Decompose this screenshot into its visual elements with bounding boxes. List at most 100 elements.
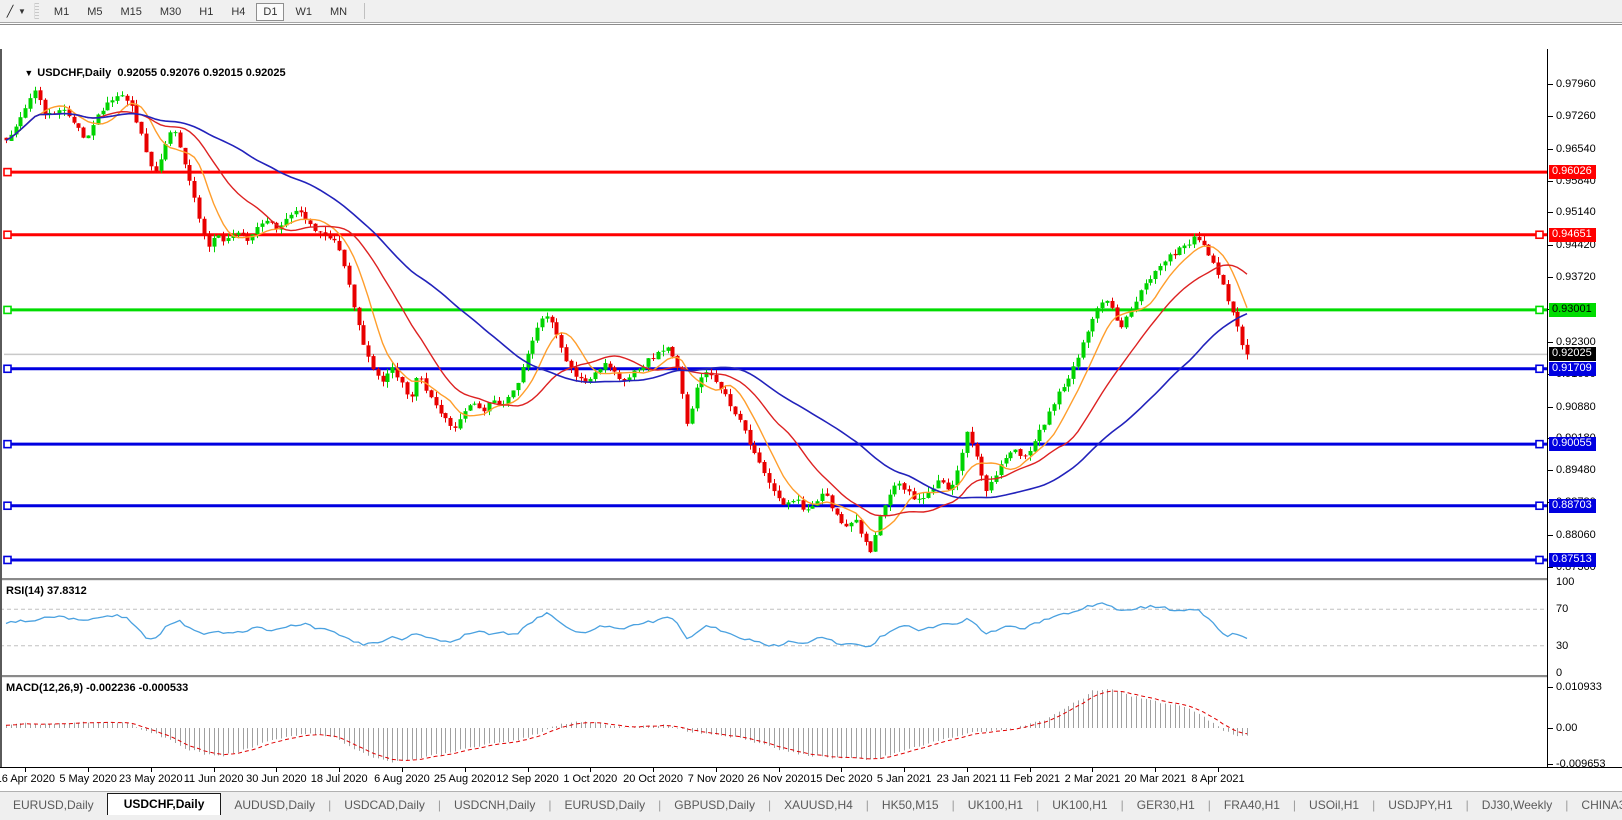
price-tick [1548, 342, 1553, 343]
date-label: 8 Apr 2021 [1191, 773, 1244, 785]
chart-tab-china300-h1[interactable]: CHINA300,H1 [1568, 795, 1622, 816]
macd-tick [1548, 764, 1553, 765]
date-tick [779, 768, 780, 772]
price-tick-label: 0.89480 [1556, 464, 1596, 476]
fast-ma [6, 103, 1247, 532]
timeframe-button-m30[interactable]: M30 [153, 3, 188, 21]
hline-0.96026[interactable] [4, 169, 1547, 176]
date-tick [653, 768, 654, 772]
date-label: 18 Jul 2020 [311, 773, 368, 785]
collapse-icon[interactable]: ▼ [24, 68, 33, 78]
date-tick [1092, 768, 1093, 772]
timeframe-button-m15[interactable]: M15 [113, 3, 148, 21]
date-tick [276, 768, 277, 772]
hline-0.91709[interactable] [4, 365, 1547, 372]
rsi-tick-label: 30 [1556, 640, 1568, 652]
chart-tab-audusd-daily[interactable]: AUDUSD,Daily [221, 795, 328, 816]
hline-0.90055[interactable] [4, 441, 1547, 448]
chart-tab-usdcad-daily[interactable]: USDCAD,Daily [331, 795, 438, 816]
macd-pane: MACD(12,26,9) -0.002236 -0.000533 [0, 678, 1548, 767]
chart-tab-usdjpy-h1[interactable]: USDJPY,H1 [1375, 795, 1465, 816]
chart-tab-usdcnh-daily[interactable]: USDCNH,Daily [441, 795, 548, 816]
timeframe-button-h4[interactable]: H4 [224, 3, 252, 21]
price-tick [1548, 84, 1553, 85]
macd-tick [1548, 728, 1553, 729]
chart-tab-xauusd-h4[interactable]: XAUUSD,H4 [771, 795, 866, 816]
date-tick [151, 768, 152, 772]
date-label: 20 Mar 2021 [1124, 773, 1186, 785]
timeframe-button-m1[interactable]: M1 [47, 3, 76, 21]
chart-tab-uk100-h1[interactable]: UK100,H1 [955, 795, 1036, 816]
chart-title: ▼ USDCHF,Daily 0.92055 0.92076 0.92015 0.… [6, 55, 286, 91]
chart-tab-usdchf-daily[interactable]: USDCHF,Daily [107, 793, 222, 816]
candles [5, 87, 1250, 553]
price-tick [1548, 245, 1553, 246]
rsi-plot [0, 581, 1548, 675]
chart-tab-hk50-m15[interactable]: HK50,M15 [869, 795, 952, 816]
date-label: 26 Nov 2020 [747, 773, 809, 785]
drawing-tool-icon[interactable]: ╱ [3, 5, 17, 18]
rsi-tick-label: 100 [1556, 576, 1574, 588]
toolbar-grip[interactable] [34, 3, 39, 19]
price-pane: ▼ USDCHF,Daily 0.92055 0.92076 0.92015 0.… [0, 52, 1548, 578]
price-tick-label: 0.97260 [1556, 110, 1596, 122]
macd-label: MACD(12,26,9) -0.002236 -0.000533 [6, 682, 188, 694]
price-tick [1548, 277, 1553, 278]
hline-0.87513[interactable] [4, 556, 1547, 563]
hline-0.88703[interactable] [4, 502, 1547, 509]
macd-plot [0, 678, 1548, 767]
price-tick-label: 0.90880 [1556, 401, 1596, 413]
current-price-label: 0.92025 [1549, 347, 1596, 361]
date-tick [1218, 768, 1219, 772]
date-tick [339, 768, 340, 772]
chart-tab-usoil-h1[interactable]: USOil,H1 [1296, 795, 1372, 816]
timeframe-buttons: M1M5M15 M30H1H4D1W1MN [45, 2, 356, 20]
price-tick-label: 0.93720 [1556, 271, 1596, 283]
macd-tick [1548, 687, 1553, 688]
chart-tab-fra40-h1[interactable]: FRA40,H1 [1211, 795, 1293, 816]
price-tick [1548, 470, 1553, 471]
date-tick [904, 768, 905, 772]
chart-title-text: USDCHF,Daily 0.92055 0.92076 0.92015 0.9… [37, 67, 285, 79]
chart-tab-ger30-h1[interactable]: GER30,H1 [1124, 795, 1208, 816]
price-tick-label: 0.95140 [1556, 206, 1596, 218]
chart-tab-dj30-weekly[interactable]: DJ30,Weekly [1469, 795, 1565, 816]
macd-tick-label: 0.010933 [1556, 681, 1602, 693]
date-label: 11 Feb 2021 [999, 773, 1060, 785]
hline-price-label: 0.91709 [1549, 362, 1596, 376]
chart-tab-uk100-h1[interactable]: UK100,H1 [1039, 795, 1120, 816]
date-label: 5 Jan 2021 [877, 773, 931, 785]
chart-tab-gbpusd-daily[interactable]: GBPUSD,Daily [661, 795, 768, 816]
candlestick-plot [0, 52, 1548, 578]
hline-0.93001[interactable] [4, 306, 1547, 313]
chart-tab-eurusd-daily[interactable]: EURUSD,Daily [0, 795, 107, 816]
timeframe-button-h1[interactable]: H1 [192, 3, 220, 21]
timeframe-button-mn[interactable]: MN [323, 3, 354, 21]
price-tick [1548, 149, 1553, 150]
timeframe-button-m5[interactable]: M5 [80, 3, 109, 21]
timeframe-button-w1[interactable]: W1 [288, 3, 319, 21]
price-tick-label: 0.88060 [1556, 529, 1596, 541]
timeframe-button-d1[interactable]: D1 [256, 3, 284, 21]
chart-tab-eurusd-daily[interactable]: EURUSD,Daily [551, 795, 658, 816]
price-tick-label: 0.96540 [1556, 143, 1596, 155]
date-tick [528, 768, 529, 772]
date-label: 6 Aug 2020 [374, 773, 430, 785]
price-axis: 0.979600.972600.965400.958400.951400.944… [1548, 49, 1622, 767]
rsi-tick-label: 0 [1556, 667, 1562, 679]
bottom-strip [0, 815, 1622, 820]
date-label: 23 Jan 2021 [937, 773, 998, 785]
date-label: 7 Nov 2020 [688, 773, 744, 785]
date-tick [88, 768, 89, 772]
date-tick [465, 768, 466, 772]
price-tick [1548, 116, 1553, 117]
date-label: 2 Mar 2021 [1065, 773, 1121, 785]
price-tick [1548, 535, 1553, 536]
date-label: 30 Jun 2020 [246, 773, 307, 785]
price-tick-label: 0.97960 [1556, 78, 1596, 90]
dropdown-arrow-icon[interactable]: ▼ [18, 7, 26, 16]
window-left-edge [0, 49, 2, 767]
macd-histogram [7, 689, 1248, 762]
date-tick [967, 768, 968, 772]
rsi-label: RSI(14) 37.8312 [6, 585, 87, 597]
